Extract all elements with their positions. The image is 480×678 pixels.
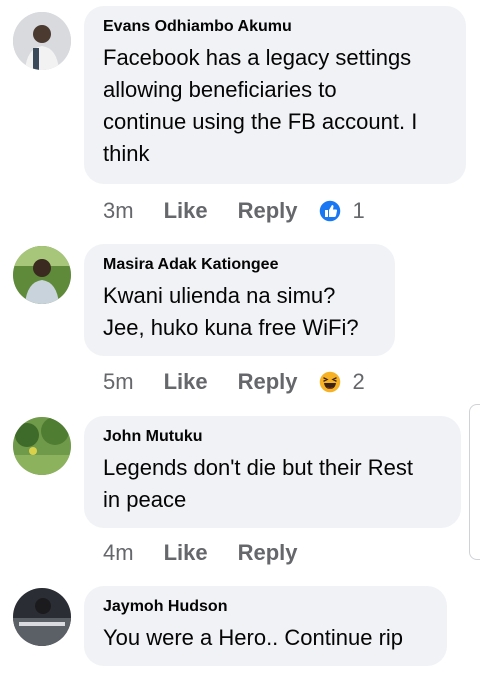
comment-bubble: Evans Odhiambo Akumu Facebook has a lega… (84, 6, 466, 184)
comment-bubble: Jaymoh Hudson You were a Hero.. Continue… (84, 586, 447, 666)
comment-bubble: John Mutuku Legends don't die but their … (84, 416, 461, 528)
reply-button[interactable]: Reply (238, 198, 298, 224)
reaction-summary[interactable]: 1 (317, 198, 365, 224)
like-button[interactable]: Like (164, 369, 208, 395)
comment-text-line: Legends don't die but their Rest (103, 455, 413, 480)
comment-text-line: in peace (103, 487, 187, 512)
comment-bubble: Masira Adak Kationgee Kwani ulienda na s… (84, 244, 395, 356)
reply-button[interactable]: Reply (238, 369, 298, 395)
comment-timestamp[interactable]: 4m (103, 540, 134, 566)
comment-text-line: Kwani ulienda na simu? (103, 283, 336, 308)
comment-text-line: Facebook has a legacy settings (103, 45, 412, 70)
haha-icon (317, 370, 342, 394)
comment-author[interactable]: Evans Odhiambo Akumu (103, 18, 447, 36)
avatar-photo (13, 12, 71, 70)
avatar[interactable] (13, 588, 71, 646)
comment-text-line: think (103, 141, 150, 166)
comment-timestamp[interactable]: 3m (103, 198, 134, 224)
comment-text-line: allowing beneficiaries to (103, 77, 337, 102)
like-icon (317, 199, 342, 223)
side-panel-edge (469, 404, 480, 560)
comment-author[interactable]: Jaymoh Hudson (103, 598, 428, 616)
avatar[interactable] (13, 417, 71, 475)
comment-timestamp[interactable]: 5m (103, 369, 134, 395)
avatar-photo (13, 246, 71, 304)
comment-actions: 3m Like Reply 1 (103, 196, 365, 226)
avatar-photo (13, 588, 71, 646)
reaction-count: 1 (352, 198, 365, 223)
reaction-count: 2 (352, 369, 365, 394)
comment-text-line: You were a Hero.. Continue rip (103, 625, 404, 650)
avatar[interactable] (13, 246, 71, 304)
comment-author[interactable]: John Mutuku (103, 428, 442, 446)
reply-button[interactable]: Reply (238, 540, 298, 566)
comment-author[interactable]: Masira Adak Kationgee (103, 256, 376, 274)
comment-text-line: Jee, huko kuna free WiFi? (103, 315, 359, 340)
avatar[interactable] (13, 12, 71, 70)
like-button[interactable]: Like (164, 198, 208, 224)
comment-text-line: continue using the FB account. I (103, 109, 418, 134)
avatar-photo (13, 417, 71, 475)
comment-actions: 5m Like Reply 2 (103, 367, 365, 397)
reaction-summary[interactable]: 2 (317, 369, 365, 395)
comment-actions: 4m Like Reply (103, 538, 298, 568)
like-button[interactable]: Like (164, 540, 208, 566)
